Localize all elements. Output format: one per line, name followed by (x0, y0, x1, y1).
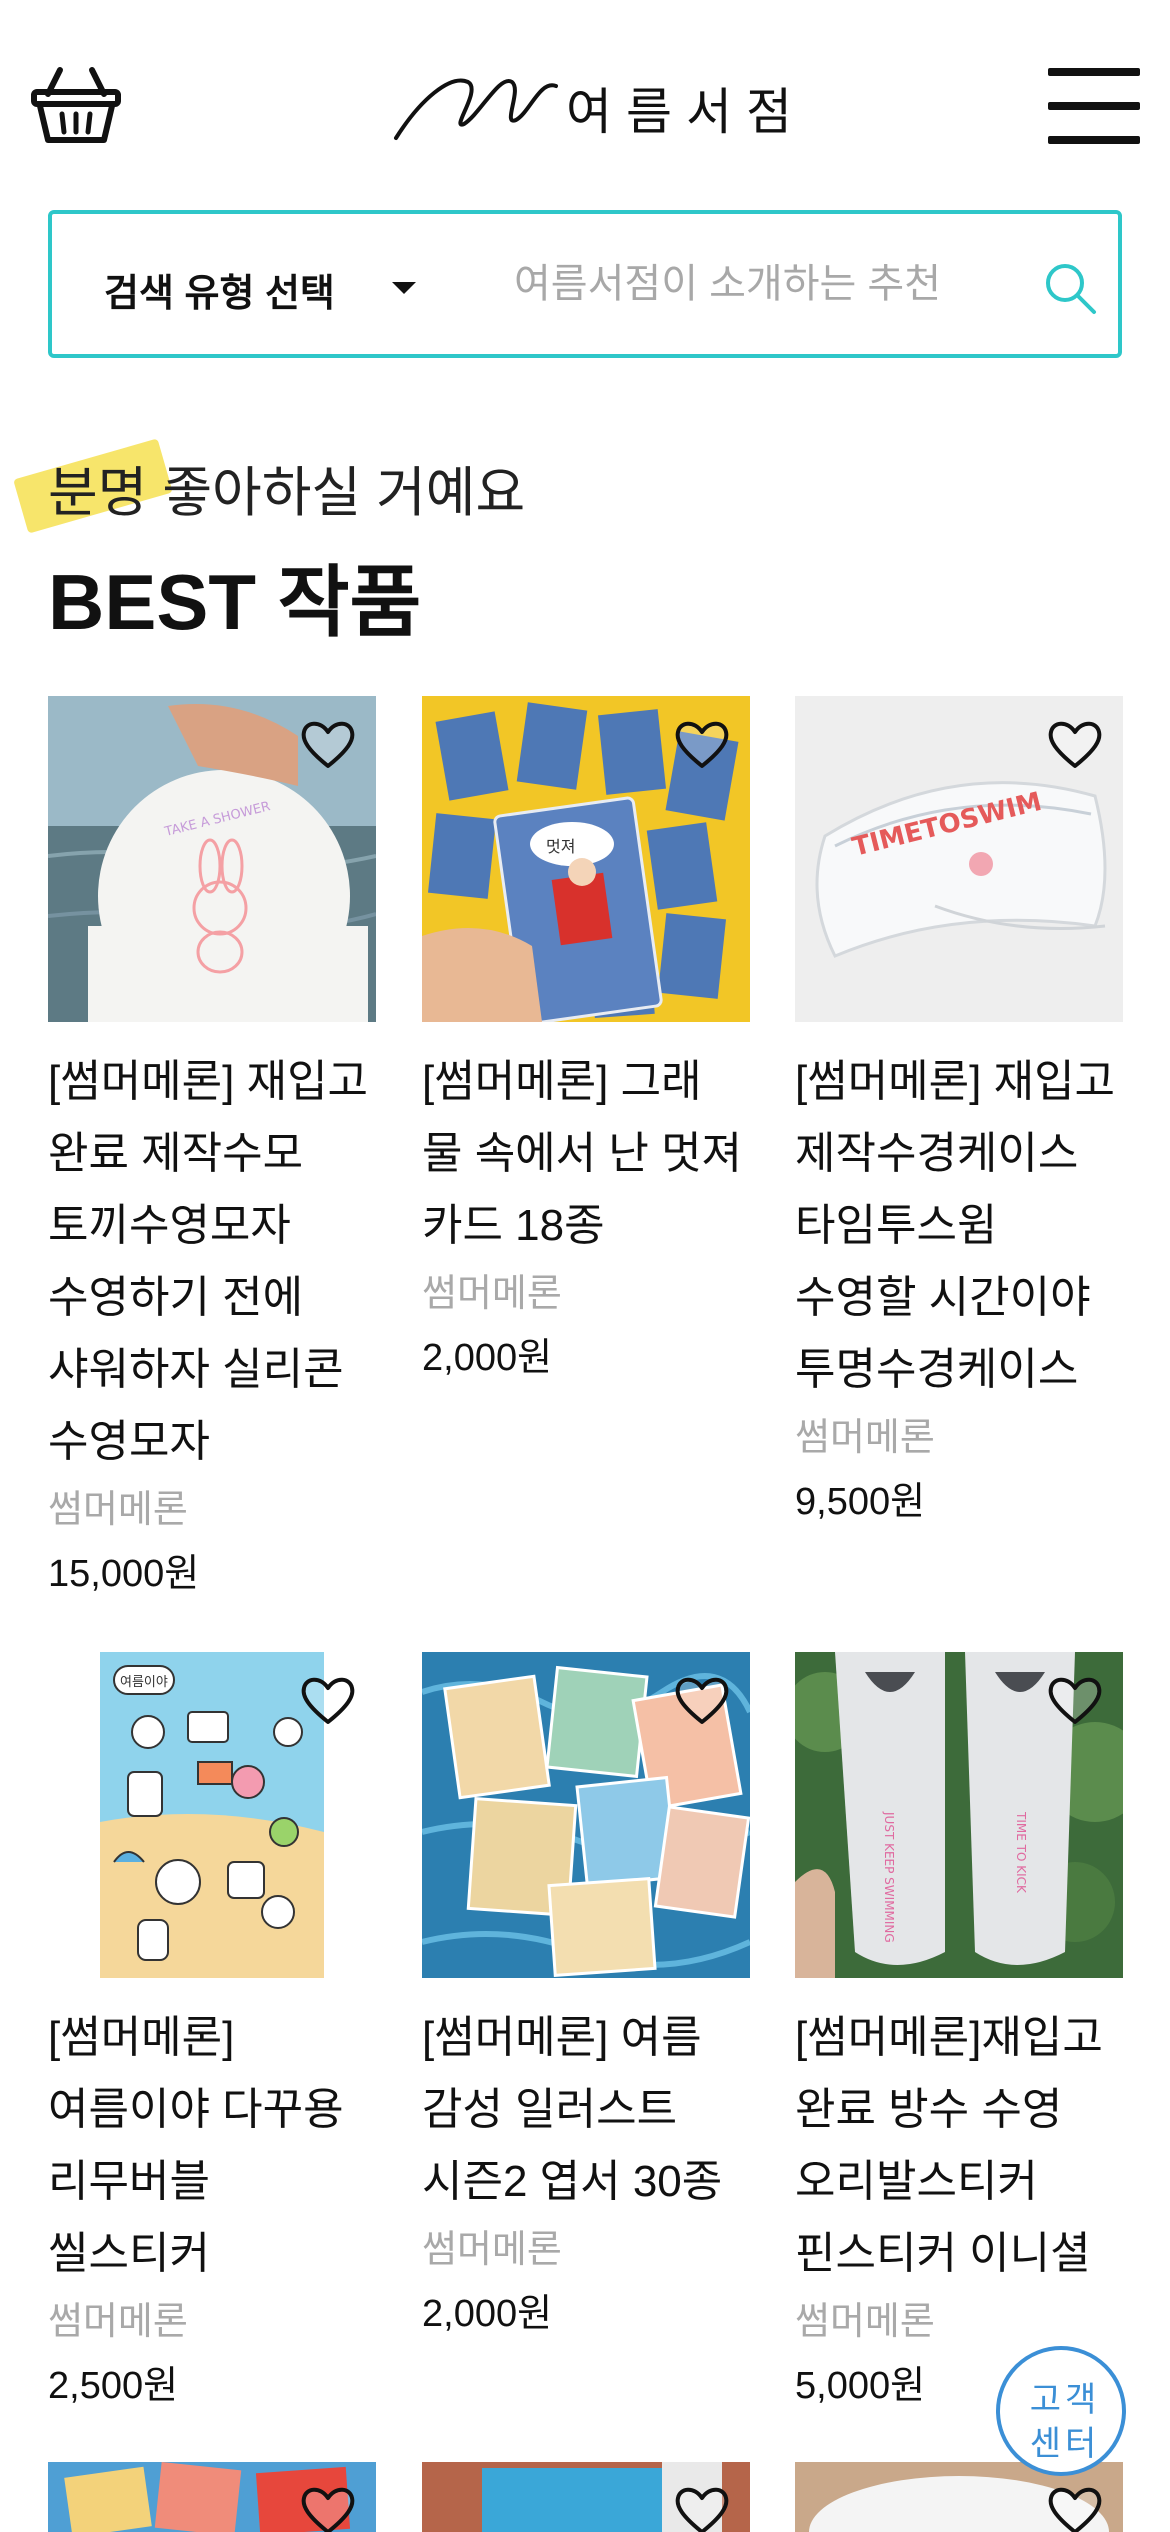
heart-icon[interactable] (672, 716, 732, 772)
search-type-select[interactable]: 검색 유형 선택 (104, 262, 335, 317)
customer-center-label-2: 센터 (1029, 2424, 1101, 2464)
heart-icon[interactable] (672, 2482, 732, 2532)
product-title[interactable]: [썸머메론] 여름 감성 일러스트 시즌2 엽서 30종 (422, 2002, 752, 2218)
section-subtitle: 분명 좋아하실 거예요 (48, 463, 526, 523)
product-card[interactable]: [썸머메론] 여름 감성 일러스트 시즌2 엽서 30종 썸머메론 2,000원 (422, 1652, 750, 2346)
customer-center-label-1: 고객 (1029, 2380, 1101, 2420)
cart-button[interactable] (30, 64, 122, 146)
heart-icon[interactable] (298, 2482, 358, 2532)
section-title: BEST 작품 (48, 558, 422, 646)
product-seller[interactable]: 썸머메론 (795, 2290, 1123, 2354)
search-input[interactable] (514, 248, 1024, 320)
product-image-text: TIME TO KICK (1014, 1811, 1028, 1894)
hamburger-icon-bar-3 (1048, 136, 1140, 144)
product-card[interactable]: JUST KEEP SWIMMING TIME TO KICK [썸머메론]재입… (795, 1652, 1123, 2418)
product-price: 2,500원 (48, 2365, 179, 2407)
search-icon[interactable] (1042, 260, 1098, 316)
product-card[interactable] (422, 2462, 750, 2532)
menu-button[interactable] (1048, 66, 1140, 144)
heart-icon[interactable] (672, 1672, 732, 1728)
product-image-swim-cap[interactable]: TAKE A SHOWER (48, 696, 376, 1022)
product-image-postcards[interactable] (422, 1652, 750, 1978)
heart-icon[interactable] (1045, 1672, 1105, 1728)
chevron-down-icon[interactable] (392, 282, 416, 294)
hamburger-icon-bar-1 (1048, 68, 1140, 76)
product-image-text: 멋져 (546, 837, 575, 856)
product-seller[interactable]: 썸머메론 (48, 2290, 376, 2354)
product-seller[interactable]: 썸머메론 (795, 1406, 1123, 1470)
customer-center-button[interactable]: 고객 센터 (996, 2346, 1126, 2476)
product-image-goggle-case[interactable]: TIMETOSWIM (795, 696, 1123, 1022)
product-title[interactable]: [썸머메론]여름이야 다꾸용 리무버블 씰스티커 (48, 2002, 378, 2290)
product-title[interactable]: [썸머메론] 재입고 제작수경케이스 타임투스윔 수영할 시간이야 투명수경케이… (795, 1046, 1125, 1406)
product-seller[interactable]: 썸머메론 (422, 2218, 750, 2282)
product-image[interactable] (422, 2462, 750, 2532)
product-image-text: JUST KEEP SWIMMING (882, 1811, 896, 1943)
product-seller[interactable]: 썸머메론 (422, 1262, 750, 1326)
logo-text: 여름서점 (566, 83, 806, 141)
product-card[interactable]: 멋져 [썸머메론] 그래 물 속에서 난 멋져 카드 18종 썸머메론 2,00… (422, 696, 750, 1390)
hamburger-icon-bar-2 (1048, 102, 1140, 110)
product-image-sticker-sheet[interactable]: 여름이야 (48, 1652, 376, 1978)
product-card[interactable] (48, 2462, 376, 2532)
product-price: 9,500원 (795, 1481, 926, 1523)
heart-icon[interactable] (298, 1672, 358, 1728)
logo-signature-mark (394, 78, 558, 140)
app-header: 여름서점 (0, 0, 1170, 200)
product-seller[interactable]: 썸머메론 (48, 1478, 376, 1542)
product-card[interactable]: TIMETOSWIM [썸머메론] 재입고 제작수경케이스 타임투스윔 수영할 … (795, 696, 1123, 1534)
section-subtitle-wrap: 분명 좋아하실 거예요 (13, 438, 526, 534)
product-title[interactable]: [썸머메론]재입고 완료 방수 수영 오리발스티커 핀스티커 이니셜 (795, 2002, 1125, 2290)
search-bar: 검색 유형 선택 (48, 210, 1122, 358)
product-title[interactable]: [썸머메론] 그래 물 속에서 난 멋져 카드 18종 (422, 1046, 752, 1262)
product-image-cards[interactable]: 멋져 (422, 696, 750, 1022)
product-image-text: 여름이야 (120, 1675, 168, 1690)
product-price: 15,000원 (48, 1553, 200, 1595)
basket-icon (31, 67, 121, 143)
heart-icon[interactable] (1045, 2482, 1105, 2532)
product-card[interactable]: TAKE A SHOWER [썸머메론] 재입고 완료 제작수모 토끼수영모자 … (48, 696, 376, 1606)
heart-icon[interactable] (1045, 716, 1105, 772)
logo[interactable]: 여름서점 (390, 60, 792, 150)
product-price: 2,000원 (422, 2293, 553, 2335)
product-image-fins[interactable]: JUST KEEP SWIMMING TIME TO KICK (795, 1652, 1123, 1978)
product-image[interactable] (48, 2462, 376, 2532)
heart-icon[interactable] (298, 716, 358, 772)
product-title[interactable]: [썸머메론] 재입고 완료 제작수모 토끼수영모자 수영하기 전에 샤워하자 실… (48, 1046, 378, 1478)
product-price: 2,000원 (422, 1337, 553, 1379)
product-card[interactable]: 여름이야 [썸머메론]여름이야 다꾸용 리무버블 씰스티커 썸머메론 2,500… (48, 1652, 376, 2418)
